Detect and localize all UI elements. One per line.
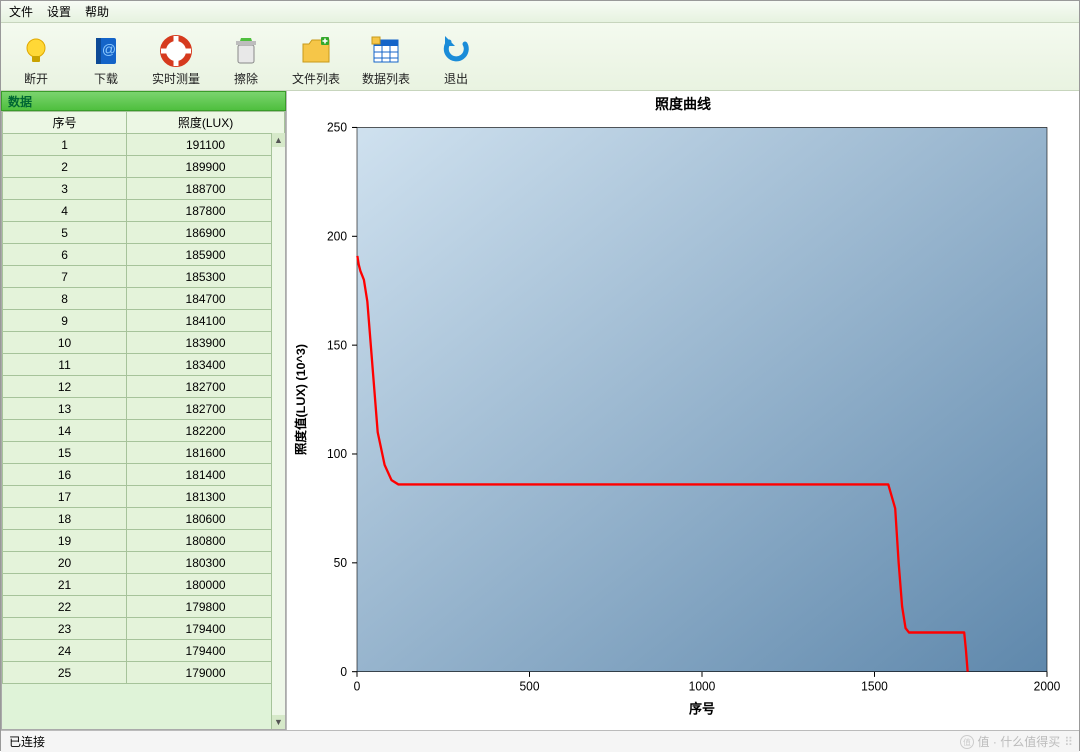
table-row[interactable]: 18180600 bbox=[3, 508, 285, 530]
scroll-up-icon[interactable]: ▲ bbox=[272, 133, 285, 147]
table-icon bbox=[369, 34, 403, 68]
table-row[interactable]: 8184700 bbox=[3, 288, 285, 310]
scroll-down-icon[interactable]: ▼ bbox=[272, 715, 285, 729]
status-text: 已连接 bbox=[9, 731, 45, 753]
svg-text:1500: 1500 bbox=[861, 679, 888, 693]
svg-text:2000: 2000 bbox=[1034, 679, 1061, 693]
table-row[interactable]: 19180800 bbox=[3, 530, 285, 552]
svg-text:值: 值 bbox=[963, 737, 971, 747]
table-row[interactable]: 10183900 bbox=[3, 332, 285, 354]
table-row[interactable]: 22179800 bbox=[3, 596, 285, 618]
svg-text:1000: 1000 bbox=[689, 679, 716, 693]
menubar: 文件 设置 帮助 bbox=[1, 1, 1079, 23]
table-row[interactable]: 5186900 bbox=[3, 222, 285, 244]
svg-text:照度值(LUX) (10^3): 照度值(LUX) (10^3) bbox=[293, 344, 308, 455]
menu-settings[interactable]: 设置 bbox=[47, 3, 71, 20]
table-row[interactable]: 2189900 bbox=[3, 156, 285, 178]
table-row[interactable]: 20180300 bbox=[3, 552, 285, 574]
svg-text:100: 100 bbox=[327, 447, 347, 461]
toolbar: 断开 @ 下载 实时测量 擦除 文件列表 数据列表 退出 bbox=[1, 23, 1079, 91]
table-row[interactable]: 6185900 bbox=[3, 244, 285, 266]
table-row[interactable]: 1191100 bbox=[3, 134, 285, 156]
table-row[interactable]: 13182700 bbox=[3, 398, 285, 420]
disconnect-button[interactable]: 断开 bbox=[11, 27, 61, 87]
data-panel: 数据 序号 照度(LUX) 11911002189900318870041878… bbox=[1, 91, 287, 730]
data-grid[interactable]: 序号 照度(LUX) 11911002189900318870041878005… bbox=[1, 111, 286, 730]
svg-text:序号: 序号 bbox=[689, 700, 715, 716]
svg-text:0: 0 bbox=[354, 679, 361, 693]
svg-text:500: 500 bbox=[520, 679, 540, 693]
watermark-icon: 值 bbox=[960, 735, 974, 749]
chart-title: 照度曲线 bbox=[287, 91, 1079, 117]
table-row[interactable]: 9184100 bbox=[3, 310, 285, 332]
svg-text:50: 50 bbox=[334, 556, 348, 570]
realtime-button[interactable]: 实时测量 bbox=[151, 27, 201, 87]
status-bar: 已连接 值 值 · 什么值得买 ⠿ bbox=[1, 730, 1079, 752]
datalist-button[interactable]: 数据列表 bbox=[361, 27, 411, 87]
panel-header: 数据 bbox=[1, 91, 286, 111]
table-row[interactable]: 24179400 bbox=[3, 640, 285, 662]
undo-arrow-icon bbox=[439, 34, 473, 68]
svg-text:0: 0 bbox=[340, 665, 347, 679]
clear-button[interactable]: 擦除 bbox=[221, 27, 271, 87]
bulb-icon bbox=[19, 34, 53, 68]
col-seq[interactable]: 序号 bbox=[3, 112, 127, 134]
filelist-button[interactable]: 文件列表 bbox=[291, 27, 341, 87]
table-row[interactable]: 16181400 bbox=[3, 464, 285, 486]
svg-text:150: 150 bbox=[327, 338, 347, 352]
svg-text:200: 200 bbox=[327, 229, 347, 243]
folder-plus-icon bbox=[299, 34, 333, 68]
table-row[interactable]: 21180000 bbox=[3, 574, 285, 596]
table-row[interactable]: 17181300 bbox=[3, 486, 285, 508]
lifebuoy-icon bbox=[159, 34, 193, 68]
table-row[interactable]: 4187800 bbox=[3, 200, 285, 222]
trash-icon bbox=[229, 34, 263, 68]
watermark: 值 值 · 什么值得买 ⠿ bbox=[960, 731, 1071, 753]
table-row[interactable]: 11183400 bbox=[3, 354, 285, 376]
table-row[interactable]: 23179400 bbox=[3, 618, 285, 640]
table-row[interactable]: 3188700 bbox=[3, 178, 285, 200]
menu-file[interactable]: 文件 bbox=[9, 3, 33, 20]
book-icon: @ bbox=[89, 34, 123, 68]
menu-help[interactable]: 帮助 bbox=[85, 3, 109, 20]
table-row[interactable]: 12182700 bbox=[3, 376, 285, 398]
svg-text:@: @ bbox=[102, 41, 116, 57]
download-button[interactable]: @ 下载 bbox=[81, 27, 131, 87]
col-lux[interactable]: 照度(LUX) bbox=[127, 112, 285, 134]
chart-area: 0 500 1000 1500 2000 0 50 100 150 200 250 序号 照度值(LUX… bbox=[287, 117, 1067, 724]
table-row[interactable]: 15181600 bbox=[3, 442, 285, 464]
table-row[interactable]: 25179000 bbox=[3, 662, 285, 684]
scrollbar[interactable]: ▲ ▼ bbox=[271, 133, 285, 729]
table-row[interactable]: 7185300 bbox=[3, 266, 285, 288]
exit-button[interactable]: 退出 bbox=[431, 27, 481, 87]
svg-text:250: 250 bbox=[327, 120, 347, 134]
table-row[interactable]: 14182200 bbox=[3, 420, 285, 442]
